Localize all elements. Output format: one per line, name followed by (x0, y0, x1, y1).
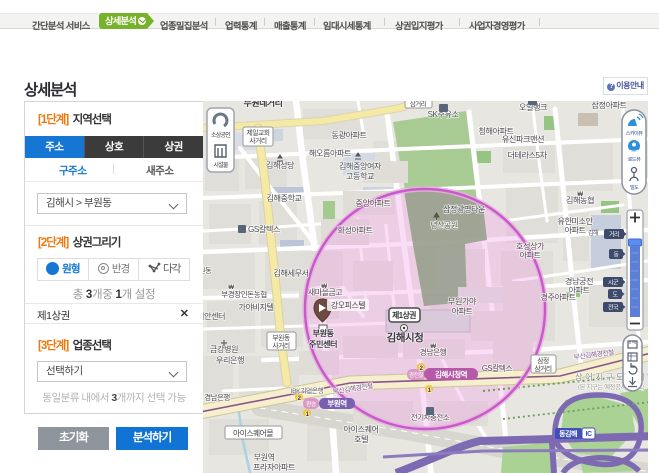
svg-text:삼정아파트: 삼정아파트 (591, 101, 627, 110)
svg-text:제일교회: 제일교회 (246, 128, 269, 137)
svg-text:동광아파트: 동광아파트 (331, 130, 367, 140)
svg-text:주민센터: 주민센터 (309, 339, 337, 349)
svg-text:호텔: 호텔 (354, 434, 368, 444)
svg-text:경남은행: 경남은행 (204, 392, 230, 402)
svg-text:녕산공원: 녕산공원 (430, 220, 458, 230)
svg-text:삼거리: 삼거리 (410, 101, 427, 108)
svg-text:경남궁전: 경남궁전 (565, 276, 593, 286)
svg-text:환승: 환승 (306, 400, 317, 408)
svg-text:부원역: 부원역 (327, 398, 347, 408)
svg-text:중앙아파트: 중앙아파트 (355, 198, 391, 208)
svg-text:아파트: 아파트 (519, 250, 541, 260)
svg-text:화성아파트: 화성아파트 (337, 225, 373, 235)
svg-text:₩: ₩ (321, 284, 327, 290)
svg-text:우리은행: 우리은행 (216, 355, 244, 365)
svg-text:호성상가: 호성상가 (516, 241, 545, 251)
svg-text:IC: IC (586, 431, 592, 438)
svg-text:아파트: 아파트 (564, 225, 586, 235)
svg-text:₩: ₩ (430, 344, 436, 350)
svg-text:거리: 거리 (609, 231, 619, 239)
svg-text:강오피스텔: 강오피스텔 (331, 300, 365, 310)
svg-text:부원가야: 부원가야 (448, 296, 477, 306)
svg-text:경주아파트: 경주아파트 (540, 292, 576, 302)
svg-text:GS칼텍스: GS칼텍스 (248, 224, 281, 234)
svg-text:제1상권: 제1상권 (392, 310, 416, 320)
svg-text:스카이뷰: 스카이뷰 (626, 129, 644, 137)
svg-text:유신파크맨션: 유신파크맨션 (502, 134, 544, 144)
svg-text:아파트: 아파트 (451, 306, 473, 316)
svg-text:부원네거리: 부원네거리 (244, 101, 283, 108)
svg-text:사거리: 사거리 (249, 136, 267, 145)
svg-text:₩: ₩ (577, 192, 583, 198)
svg-text:소상공인: 소상공인 (211, 131, 230, 139)
svg-text:원동: 원동 (203, 266, 212, 275)
svg-text:시군: 시군 (608, 280, 619, 287)
svg-text:사거리: 사거리 (272, 341, 290, 350)
svg-text:동김해: 동김해 (559, 429, 577, 438)
svg-text:전국: 전국 (608, 304, 619, 312)
svg-text:₩: ₩ (228, 285, 234, 291)
svg-text:유한미소안: 유한미소안 (557, 216, 593, 226)
svg-text:고등학교: 고등학교 (346, 171, 375, 181)
svg-text:경전철: 경전철 (409, 371, 424, 379)
svg-text:GS칼텍스: GS칼텍스 (482, 363, 513, 373)
svg-text:삼거리: 삼거리 (534, 364, 552, 373)
svg-text:김해세무서: 김해세무서 (273, 268, 308, 278)
svg-text:삼정: 삼정 (537, 356, 549, 365)
svg-text:김해중학교: 김해중학교 (266, 193, 302, 203)
svg-text:치안센터: 치안센터 (203, 311, 225, 321)
svg-text:밀도: 밀도 (630, 183, 639, 191)
svg-text:로드뷰: 로드뷰 (628, 156, 641, 163)
svg-text:아이스퀘어몰: 아이스퀘어몰 (233, 428, 273, 438)
svg-text:부원동: 부원동 (312, 328, 334, 338)
svg-text:가야비지텔: 가야비지텔 (238, 302, 273, 312)
svg-text:아이스퀘어: 아이스퀘어 (343, 424, 378, 434)
svg-text:김해시청역: 김해시청역 (435, 369, 468, 379)
svg-text:부원동: 부원동 (272, 333, 290, 342)
svg-text:부원역: 부원역 (253, 452, 274, 462)
svg-text:프라자아파트: 프라자아파트 (253, 462, 296, 472)
svg-text:해오름아파트: 해오름아파트 (309, 148, 352, 158)
svg-text:시설물: 시설물 (213, 161, 228, 169)
svg-text:김해시청: 김해시청 (387, 331, 424, 344)
svg-text:더테라스5차: 더테라스5차 (507, 151, 547, 160)
svg-text:김해: 김해 (588, 229, 598, 237)
svg-text:김해중앙여자: 김해중앙여자 (339, 161, 382, 171)
svg-text:삼정광명타운: 삼정광명타운 (443, 204, 486, 214)
svg-text:IBK기업은행: IBK기업은행 (291, 386, 324, 395)
